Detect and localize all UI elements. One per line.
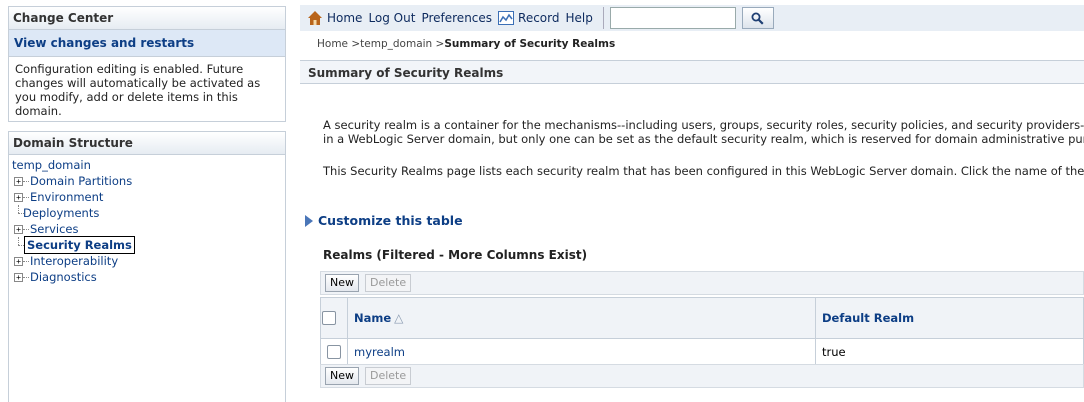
default-realm-cell: true [815,338,1084,366]
breadcrumb-domain[interactable]: temp_domain [360,38,432,50]
tree-item-services[interactable]: + Services [12,221,285,237]
table-header-row: Name △ Default Realm [320,297,1084,339]
column-header-default-realm[interactable]: Default Realm [815,297,1084,339]
preferences-link[interactable]: Preferences [421,11,492,25]
tree-item-deployments[interactable]: Deployments [12,205,285,221]
sort-ascending-icon[interactable]: △ [394,311,403,325]
breadcrumb: Home >temp_domain >Summary of Security R… [317,38,616,50]
expand-triangle-icon [305,214,313,227]
table-title: Realms (Filtered - More Columns Exist) [323,248,588,262]
breadcrumb-home[interactable]: Home [317,38,348,50]
record-icon[interactable] [498,11,515,25]
tree-item-label-selected[interactable]: Security Realms [24,236,135,254]
customize-table-label[interactable]: Customize this table [318,213,463,228]
tree-item-diagnostics[interactable]: + Diagnostics [12,269,285,285]
tree-item-environment[interactable]: + Environment [12,189,285,205]
expand-icon[interactable]: + [14,256,23,266]
table-toolbar-bottom: New Delete [320,364,1084,388]
domain-tree: temp_domain + Domain Partitions + Enviro… [9,155,285,285]
delete-button[interactable]: Delete [365,274,412,292]
top-toolbar: Home Log Out Preferences Record Help [300,5,1084,31]
expand-icon[interactable]: + [14,224,23,234]
description-line-1: A security realm is a container for the … [323,118,1084,132]
config-status-message: Configuration editing is enabled. Future… [15,62,261,118]
tree-item-label[interactable]: Environment [30,189,103,205]
table-toolbar-top: New Delete [320,271,1084,295]
logout-link[interactable]: Log Out [368,11,415,25]
table-row: myrealm true [320,338,1084,366]
change-center-title: Change Center [9,7,285,30]
tree-item-label[interactable]: Interoperability [30,253,118,269]
domain-structure-panel: Domain Structure temp_domain + Domain Pa… [8,131,286,402]
description-line-2: in a WebLogic Server domain, but only on… [323,132,1084,146]
expand-icon[interactable]: + [14,176,23,186]
tree-item-label[interactable]: Deployments [23,205,99,221]
row-checkbox[interactable] [327,345,341,360]
search-icon [751,12,764,25]
tree-item-label[interactable]: Domain Partitions [30,173,132,189]
description-line-3: This Security Realms page lists each sec… [323,164,1084,178]
select-all-checkbox[interactable] [322,311,336,326]
customize-table-toggle[interactable]: Customize this table [305,213,463,228]
record-link[interactable]: Record [518,11,559,25]
toolbar-divider [602,7,604,29]
view-changes-link[interactable]: View changes and restarts [9,30,285,57]
realm-name-link[interactable]: myrealm [354,345,405,359]
help-link[interactable]: Help [566,11,593,25]
domain-structure-title: Domain Structure [9,132,285,155]
home-link[interactable]: Home [327,11,362,25]
column-header-name[interactable]: Name △ [347,297,816,339]
search-input[interactable] [609,7,736,29]
row-select-cell [320,338,348,366]
breadcrumb-current: Summary of Security Realms [444,38,616,50]
expand-icon[interactable]: + [14,272,23,282]
tree-item-label[interactable]: Diagnostics [30,269,97,285]
tree-root-temp-domain[interactable]: temp_domain [12,157,285,173]
new-button-bottom[interactable]: New [325,367,359,385]
home-icon[interactable] [307,10,323,26]
search-button[interactable] [741,7,774,29]
page-title: Summary of Security Realms [300,60,1084,84]
column-header-name-label[interactable]: Name [354,311,391,325]
select-all-cell [320,297,348,339]
realms-table: Name △ Default Realm myrealm true [320,297,1084,366]
tree-item-interoperability[interactable]: + Interoperability [12,253,285,269]
realm-name-cell: myrealm [347,338,816,366]
expand-icon[interactable]: + [14,192,23,202]
tree-item-security-realms[interactable]: Security Realms [12,236,285,254]
tree-item-domain-partitions[interactable]: + Domain Partitions [12,173,285,189]
tree-item-label[interactable]: Services [30,221,79,237]
new-button[interactable]: New [325,274,359,292]
delete-button-bottom[interactable]: Delete [365,367,412,385]
change-center-panel: Change Center View changes and restarts … [8,6,286,122]
